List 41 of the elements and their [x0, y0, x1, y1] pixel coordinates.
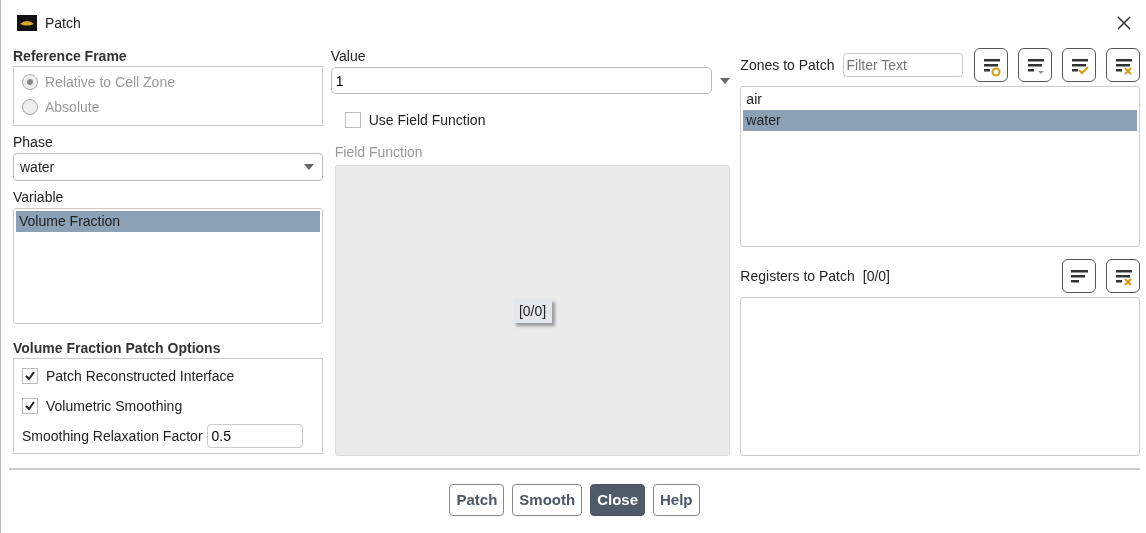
phase-dropdown[interactable]: water: [13, 153, 323, 181]
radio-label: Absolute: [45, 99, 100, 115]
dialog-button[interactable]: Smooth: [512, 483, 583, 516]
list-item[interactable]: air: [743, 89, 1137, 110]
field-label: Phase: [13, 134, 54, 151]
field-label: Field Function: [334, 144, 424, 160]
group-title: Reference Frame: [13, 48, 128, 64]
checkbox[interactable]: [22, 368, 38, 384]
dropdown-caret-icon: [720, 77, 731, 84]
toolbar-button[interactable]: [974, 48, 1008, 82]
toolbar-button[interactable]: [1062, 259, 1096, 293]
field-label: Variable: [13, 188, 65, 205]
app-logo-icon: [17, 15, 37, 31]
checkbox-label: Use Field Function: [368, 112, 486, 128]
list-item[interactable]: water: [743, 110, 1137, 131]
field-label: Value: [330, 48, 367, 64]
field-label: Smoothing Relaxation Factor: [22, 428, 203, 444]
field-label: Registers to Patch: [740, 268, 855, 284]
checkbox[interactable]: [22, 398, 38, 414]
dialog-button[interactable]: Close: [590, 483, 645, 516]
filter-input[interactable]: Filter Text: [842, 53, 963, 77]
toolbar-button[interactable]: [1062, 48, 1096, 82]
checkbox-label: Volumetric Smoothing: [46, 398, 183, 414]
group-title: Volume Fraction Patch Options: [13, 340, 222, 356]
dialog-button[interactable]: Help: [653, 483, 700, 516]
value-input[interactable]: 1: [330, 67, 713, 94]
count-label: [0/0]: [862, 268, 890, 284]
toolbar-button[interactable]: [1106, 48, 1140, 82]
checkbox[interactable]: [344, 112, 361, 128]
factor-input[interactable]: 0.5: [206, 424, 303, 448]
field-label: Zones to Patch: [740, 57, 835, 73]
radio-label: Relative to Cell Zone: [45, 74, 175, 90]
dialog-button[interactable]: Patch: [449, 483, 505, 516]
count-tooltip: [0/0]: [512, 298, 553, 323]
window-title: Patch: [45, 15, 82, 31]
toolbar-button[interactable]: [1106, 259, 1140, 293]
dropdown-value: water: [20, 159, 55, 175]
toolbar-button[interactable]: [1018, 48, 1052, 82]
checkbox-label: Patch Reconstructed Interface: [46, 368, 235, 384]
dropdown-caret-icon: [303, 164, 314, 170]
list-item[interactable]: Volume Fraction: [16, 210, 320, 232]
